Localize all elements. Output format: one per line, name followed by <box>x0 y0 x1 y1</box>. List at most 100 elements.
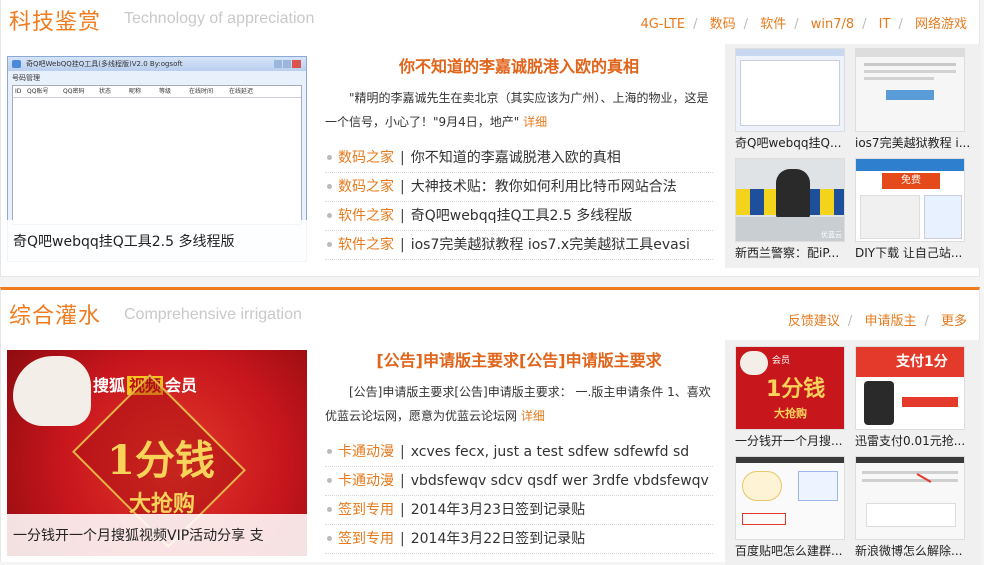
category-link[interactable]: 数码之家 <box>338 179 394 195</box>
nav-link-it[interactable]: IT <box>879 17 891 32</box>
app-titlebar: 奇Q吧WebQQ挂Q工具(多线程版)V2.0 By:ogsoft <box>8 57 306 71</box>
list-item: 软件之家 | ios7完美越狱教程 ios7.x完美越狱工具evasi <box>325 231 713 260</box>
thumb-caption[interactable]: 一分钱开一个月搜... <box>735 430 849 452</box>
feature-caption[interactable]: 一分钱开一个月搜狐视频VIP活动分享 支 <box>7 514 307 556</box>
article-link[interactable]: 大神技术贴：教你如何利用比特币网站合法 <box>411 179 677 195</box>
feature-image-webqq[interactable]: 奇Q吧WebQQ挂Q工具(多线程版)V2.0 By:ogsoft 号码管理 ID… <box>7 56 307 262</box>
thumb-caption[interactable]: ios7完美越狱教程 i... <box>855 132 969 154</box>
nav-link-software[interactable]: 软件 <box>760 17 786 32</box>
headline-summary: "精明的李嘉诚先生在卖北京（其实应该为广州）、上海的物业，这是一个信号，小心了！… <box>325 91 709 129</box>
thumb-image <box>735 456 845 540</box>
list-item: 签到专用 | 2014年3月23日签到记录贴 <box>325 496 713 525</box>
category-link[interactable]: 签到专用 <box>338 531 394 547</box>
category-link[interactable]: 软件之家 <box>338 208 394 224</box>
nav-link-4g-lte[interactable]: 4G-LTE <box>640 17 685 32</box>
section-header: 科技鉴赏 Technology of appreciation 4G-LTE / … <box>1 0 979 40</box>
app-tab: 号码管理 <box>12 74 40 82</box>
headline-title[interactable]: 你不知道的李嘉诚脱港入欧的真相 <box>325 54 713 80</box>
nav-link-more[interactable]: 更多 <box>941 314 967 329</box>
category-link[interactable]: 数码之家 <box>338 150 394 166</box>
article-list: 数码之家 | 你不知道的李嘉诚脱港入欧的真相 数码之家 | 大神技术贴：教你如何利用比特… <box>325 144 713 260</box>
bullet-icon <box>327 448 332 454</box>
thumb-card[interactable]: 新浪微博怎么解除... <box>855 456 969 562</box>
app-table-header: ID QQ账号 QQ密码 状态 昵称 等级 在线时间 在线延迟 <box>13 86 301 98</box>
thumb-image: 优蓝云 <box>735 158 845 242</box>
thumb-card[interactable]: 奇Q吧webqq挂Q... <box>735 48 849 154</box>
bullet-icon <box>327 477 332 483</box>
thumbnail-grid: 奇Q吧webqq挂Q... ios7完美越狱教程 i... 优蓝云 新西兰警察：… <box>725 44 981 268</box>
horse-mascot-icon <box>13 356 91 426</box>
thumb-card[interactable]: 百度贴吧怎么建群... <box>735 456 849 562</box>
thumb-caption[interactable]: 百度贴吧怎么建群... <box>735 540 849 562</box>
thumb-caption[interactable]: DIY下载 让自己站... <box>855 242 969 264</box>
feature-caption[interactable]: 奇Q吧webqq挂Q工具2.5 多线程版 <box>7 220 307 262</box>
window-controls-icon <box>274 59 304 68</box>
nav-link-win78[interactable]: win7/8 <box>811 17 854 32</box>
feature-image-sohu[interactable]: 搜狐 视频 会员 1分钱 大抢购 一分钱开一个月搜狐视频VIP活动分享 支 <box>7 350 307 556</box>
headline-article: [公告]申请版主要求[公告]申请版主要求 [公告]申请版主要求[公告]申请版主要… <box>325 348 713 554</box>
thumb-image: 支付1分 <box>855 346 965 430</box>
headline-summary: [公告]申请版主要求[公告]申请版主要求： 一.版主申请条件 1、喜欢优蓝云论坛… <box>325 385 711 423</box>
category-link[interactable]: 卡通动漫 <box>338 473 394 489</box>
tech-section: 科技鉴赏 Technology of appreciation 4G-LTE / … <box>0 0 981 277</box>
article-link[interactable]: 2014年3月23日签到记录贴 <box>411 502 585 518</box>
category-link[interactable]: 卡通动漫 <box>338 444 394 460</box>
list-item: 数码之家 | 你不知道的李嘉诚脱港入欧的真相 <box>325 144 713 173</box>
bullet-icon <box>327 506 332 512</box>
section-nav: 4G-LTE / 数码 / 软件 / win7/8/ IT / 网络游戏 <box>640 17 967 32</box>
bullet-icon <box>327 241 332 247</box>
thumb-card[interactable]: 支付1分 迅雷支付0.01元抢... <box>855 346 969 452</box>
section-title: 综合灌水 <box>9 304 102 329</box>
thumb-card[interactable]: ios7完美越狱教程 i... <box>855 48 969 154</box>
thumb-caption[interactable]: 新西兰警察：配iP... <box>735 242 849 264</box>
more-link[interactable]: 详细 <box>521 409 545 423</box>
nav-link-apply-moderator[interactable]: 申请版主 <box>864 314 916 329</box>
article-link[interactable]: ios7完美越狱教程 ios7.x完美越狱工具evasi <box>411 237 690 253</box>
thumb-caption[interactable]: 迅雷支付0.01元抢... <box>855 430 969 452</box>
thumbnail-grid: 会员 1分钱 大抢购 一分钱开一个月搜... 支付1分 迅雷支付0.01元抢..… <box>725 340 981 565</box>
section-nav: 反馈建议 / 申请版主 / 更多 <box>787 314 967 329</box>
section-header: 综合灌水 Comprehensive irrigation 反馈建议 / 申请版主… <box>1 290 979 330</box>
list-item: 数码之家 | 大神技术贴：教你如何利用比特币网站合法 <box>325 173 713 202</box>
article-link[interactable]: 奇Q吧webqq挂Q工具2.5 多线程版 <box>411 208 632 224</box>
article-link[interactable]: 2014年3月22日签到记录贴 <box>411 531 585 547</box>
water-section: 综合灌水 Comprehensive irrigation 反馈建议 / 申请版主… <box>0 287 981 565</box>
section-subtitle: Comprehensive irrigation <box>124 306 302 323</box>
nav-link-online-games[interactable]: 网络游戏 <box>915 17 967 32</box>
thumb-image <box>855 456 965 540</box>
more-link[interactable]: 详细 <box>523 115 547 129</box>
list-item: 卡通动漫 | xcves fecx, just a test sdfew sdfew… <box>325 438 713 467</box>
article-link[interactable]: 你不知道的李嘉诚脱港入欧的真相 <box>411 150 621 166</box>
list-item: 签到专用 | 2014年3月22日签到记录贴 <box>325 525 713 554</box>
section-title: 科技鉴赏 <box>9 10 102 35</box>
category-link[interactable]: 签到专用 <box>338 502 394 518</box>
thumb-image: 免费 <box>855 158 965 242</box>
headline-article: 你不知道的李嘉诚脱港入欧的真相 "精明的李嘉诚先生在卖北京（其实应该为广州）、上… <box>325 54 713 260</box>
list-item: 卡通动漫 | vbdsfewqv sdcv qsdf wer 3rdfe vbdsf… <box>325 467 713 496</box>
bullet-icon <box>327 154 332 160</box>
app-table: ID QQ账号 QQ密码 状态 昵称 等级 在线时间 在线延迟 <box>12 85 302 225</box>
category-link[interactable]: 软件之家 <box>338 237 394 253</box>
bullet-icon <box>327 183 332 189</box>
article-link[interactable]: vbdsfewqv sdcv qsdf wer 3rdfe vbdsfewqv <box>411 473 709 489</box>
nav-link-feedback[interactable]: 反馈建议 <box>788 314 840 329</box>
thumb-image: 会员 1分钱 大抢购 <box>735 346 845 430</box>
banner-headline: 1分钱 <box>107 437 215 484</box>
thumb-card[interactable]: 优蓝云 新西兰警察：配iP... <box>735 158 849 264</box>
headline-title[interactable]: [公告]申请版主要求[公告]申请版主要求 <box>325 348 713 374</box>
app-title: 奇Q吧WebQQ挂Q工具(多线程版)V2.0 By:ogsoft <box>26 60 183 68</box>
thumb-image <box>855 48 965 132</box>
thumb-card[interactable]: 免费 DIY下载 让自己站... <box>855 158 969 264</box>
section-subtitle: Technology of appreciation <box>124 10 315 27</box>
list-item: 软件之家 | 奇Q吧webqq挂Q工具2.5 多线程版 <box>325 202 713 231</box>
nav-link-digital[interactable]: 数码 <box>710 17 736 32</box>
app-icon <box>12 60 21 68</box>
bullet-icon <box>327 212 332 218</box>
bullet-icon <box>327 535 332 541</box>
article-list: 卡通动漫 | xcves fecx, just a test sdfew sdfew… <box>325 438 713 554</box>
thumb-caption[interactable]: 新浪微博怎么解除... <box>855 540 969 562</box>
thumb-card[interactable]: 会员 1分钱 大抢购 一分钱开一个月搜... <box>735 346 849 452</box>
thumb-caption[interactable]: 奇Q吧webqq挂Q... <box>735 132 849 154</box>
article-link[interactable]: xcves fecx, just a test sdfew sdfewfd sd <box>411 444 689 460</box>
thumb-image <box>735 48 845 132</box>
